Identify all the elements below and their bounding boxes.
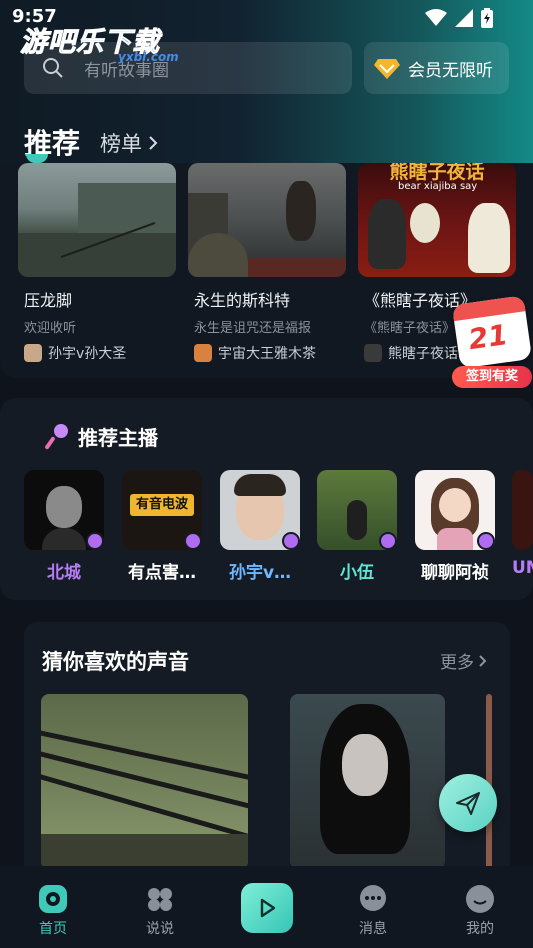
card-desc: 永生是诅咒还是福报 (194, 321, 312, 336)
nav-me[interactable]: 我的 (450, 884, 510, 938)
signin-reward-badge[interactable]: 21 签到有奖 (450, 295, 533, 388)
host-cover-title: 有音电波 (130, 494, 194, 516)
mic-badge-icon (282, 532, 300, 550)
send-icon (456, 792, 480, 815)
host-section-header: 推荐主播 (44, 422, 158, 451)
mic-badge-icon (379, 532, 397, 550)
card-author: 孙宇v孙大圣 (24, 343, 176, 363)
author-name: 宇宙大王雅木茶 (218, 346, 316, 362)
host-section-title: 推荐主播 (78, 426, 158, 450)
search-icon (43, 58, 63, 78)
publish-button[interactable] (439, 774, 497, 832)
wifi-icon (425, 9, 447, 26)
host-name: 有点害… (128, 563, 196, 583)
message-icon (358, 884, 388, 914)
host-name: 聊聊阿祯 (421, 563, 489, 583)
card-cover (188, 163, 346, 277)
host-item[interactable]: 有音电波 有点害… (122, 470, 202, 583)
nav-talk[interactable]: 说说 (130, 884, 190, 938)
vip-label: 会员无限听 (408, 60, 493, 81)
avatar (364, 344, 382, 362)
talk-icon (145, 884, 175, 914)
profile-icon (465, 884, 495, 914)
search-input[interactable]: 有听故事圈 (84, 56, 169, 81)
cover-subtitle: bear xiajiba say (398, 181, 478, 192)
nav-messages[interactable]: 消息 (343, 884, 403, 938)
mic-badge-icon (86, 532, 104, 550)
play-icon (260, 898, 276, 918)
chevron-right-icon (149, 136, 158, 150)
mic-badge-icon (184, 532, 202, 550)
voice-card[interactable] (290, 694, 445, 869)
vip-button[interactable]: 会员无限听 (364, 42, 509, 94)
nav-talk-label: 说说 (146, 921, 174, 937)
diamond-icon (374, 59, 400, 79)
card-cover (18, 163, 176, 277)
mic-badge-icon (477, 532, 495, 550)
author-name: 熊瞎子夜话 (388, 346, 458, 362)
play-button[interactable] (241, 883, 293, 933)
host-item[interactable]: 孙宇v… (220, 470, 300, 583)
nav-messages-label: 消息 (359, 921, 387, 937)
host-name: 孙宇v… (228, 563, 292, 583)
signin-day: 21 (466, 318, 510, 357)
calendar-icon: 21 (451, 295, 533, 369)
tab-ranking-label: 榜单 (100, 132, 142, 156)
host-name: UM (512, 558, 533, 578)
avatar (194, 344, 212, 362)
tab-ranking[interactable]: 榜单 (100, 128, 158, 158)
signal-icon (455, 9, 473, 27)
signin-label: 签到有奖 (452, 366, 532, 388)
host-item[interactable]: UM (512, 470, 533, 578)
card-title: 永生的斯科特 (194, 291, 291, 310)
card-desc: 欢迎收听 (24, 321, 77, 336)
recommend-card[interactable]: 永生的斯科特 永生是诅咒还是福报 宇宙大王雅木茶 (188, 163, 346, 363)
voice-card[interactable] (41, 694, 248, 869)
host-name: 小伍 (340, 563, 374, 583)
battery-icon (481, 8, 493, 28)
card-title: 压龙脚 (24, 291, 73, 310)
host-avatar (512, 470, 533, 550)
nav-home[interactable]: 首页 (23, 884, 83, 938)
nav-home-label: 首页 (39, 921, 67, 937)
home-icon (38, 884, 68, 914)
card-cover: 熊瞎子夜话 bear xiajiba say (358, 163, 516, 277)
voice-section-title: 猜你喜欢的声音 (42, 650, 189, 674)
host-name: 北城 (47, 563, 81, 583)
host-item[interactable]: 聊聊阿祯 (415, 470, 495, 583)
recommend-card[interactable]: 压龙脚 欢迎收听 孙宇v孙大圣 (18, 163, 176, 363)
host-item[interactable]: 北城 (24, 470, 104, 583)
host-item[interactable]: 小伍 (317, 470, 397, 583)
microphone-icon (45, 423, 68, 449)
more-button[interactable]: 更多 (440, 648, 487, 673)
nav-me-label: 我的 (466, 921, 494, 937)
card-author: 宇宙大王雅木茶 (194, 343, 346, 363)
search-bar[interactable]: 有听故事圈 (24, 42, 352, 94)
more-label: 更多 (440, 653, 474, 673)
avatar (24, 344, 42, 362)
chevron-right-icon (479, 654, 487, 667)
author-name: 孙宇v孙大圣 (48, 346, 127, 362)
